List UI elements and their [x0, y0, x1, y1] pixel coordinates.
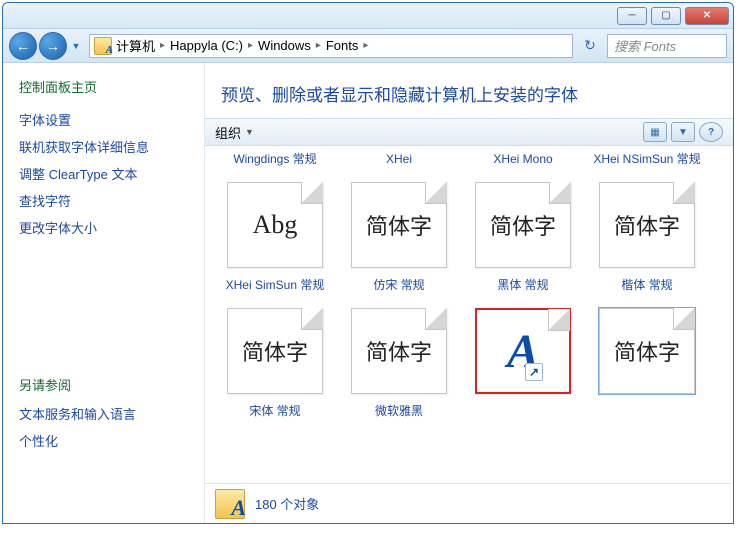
font-sample: A↗ [507, 324, 539, 379]
organize-label: 组织 [215, 123, 241, 142]
sidebar: 控制面板主页 字体设置 联机获取字体详细信息 调整 ClearType 文本 查… [3, 63, 205, 523]
dogear-icon [425, 182, 447, 204]
font-sample: 简体字 [242, 335, 308, 367]
font-thumbnail: 简体字 [599, 182, 695, 268]
crumb-fonts[interactable]: Fonts [326, 38, 359, 53]
font-item[interactable]: 仿宋 常规简体字 [337, 278, 461, 394]
main-panel: 预览、删除或者显示和隐藏计算机上安装的字体 组织 ▼ ▦ ▼ ? Wingdin… [205, 63, 733, 523]
font-row: 宋体 常规 微软雅黑 [213, 402, 725, 442]
address-bar[interactable]: A 计算机 ▸ Happyla (C:) ▸ Windows ▸ Fonts ▸ [89, 34, 573, 58]
crumb-drive[interactable]: Happyla (C:) [170, 38, 243, 53]
font-item[interactable]: XHei Mono 简体字 [461, 152, 585, 268]
font-grid: Wingdings 常规AbgXHei简体字XHei Mono简体字XHei N… [205, 146, 733, 483]
sidebar-link-cleartype[interactable]: 调整 ClearType 文本 [19, 164, 188, 183]
chevron-right-icon[interactable]: ▸ [160, 40, 165, 51]
font-row: XHei SimSun 常规简体字仿宋 常规简体字黑体 常规A↗楷体 常规简体字 [213, 276, 725, 402]
sidebar-link-personalize[interactable]: 个性化 [19, 431, 188, 450]
sidebar-title: 控制面板主页 [19, 77, 188, 96]
dogear-icon [425, 308, 447, 330]
status-count: 180 个对象 [255, 494, 319, 513]
statusbar: A 180 个对象 [205, 483, 733, 523]
chevron-right-icon[interactable]: ▸ [248, 40, 253, 51]
font-sample: 简体字 [366, 209, 432, 241]
close-button[interactable]: ✕ [685, 7, 729, 25]
font-thumbnail: 简体字 [227, 308, 323, 394]
page-heading: 预览、删除或者显示和隐藏计算机上安装的字体 [205, 63, 733, 118]
font-thumbnail: 简体字 [351, 182, 447, 268]
titlebar: ─ ▢ ✕ [3, 3, 733, 29]
refresh-button[interactable]: ↻ [579, 35, 601, 57]
fonts-folder-icon: A [215, 489, 245, 519]
chevron-right-icon[interactable]: ▸ [363, 40, 368, 51]
font-label: 微软雅黑 [371, 404, 427, 434]
dogear-icon [301, 308, 323, 330]
font-item[interactable]: XHei SimSun 常规简体字 [213, 278, 337, 394]
body: 控制面板主页 字体设置 联机获取字体详细信息 调整 ClearType 文本 查… [3, 63, 733, 523]
dogear-icon [673, 182, 695, 204]
font-label: 黑体 常规 [493, 278, 552, 308]
font-label: XHei [382, 152, 416, 182]
font-sample: 简体字 [614, 335, 680, 367]
sidebar-link-font-settings[interactable]: 字体设置 [19, 110, 188, 129]
font-item[interactable]: 黑体 常规 A↗ [461, 278, 585, 394]
dogear-icon [301, 182, 323, 204]
font-item[interactable]: XHei 简体字 [337, 152, 461, 268]
font-label: XHei NSimSun 常规 [589, 152, 704, 182]
font-sample: 简体字 [490, 209, 556, 241]
font-item[interactable]: 微软雅黑 [337, 404, 461, 434]
dogear-icon [549, 182, 571, 204]
font-item[interactable]: Wingdings 常规 Abg [213, 152, 337, 268]
shortcut-icon: ↗ [525, 363, 543, 381]
chevron-down-icon: ▼ [245, 127, 254, 137]
font-sample: 简体字 [366, 335, 432, 367]
view-mode-button[interactable]: ▦ [643, 122, 667, 142]
font-item[interactable]: XHei NSimSun 常规简体字 [585, 152, 709, 268]
font-thumbnail: 简体字 [351, 308, 447, 394]
sidebar-link-text-services[interactable]: 文本服务和输入语言 [19, 404, 188, 423]
toolbar: 组织 ▼ ▦ ▼ ? [205, 118, 733, 146]
font-item[interactable]: 宋体 常规 [213, 404, 337, 434]
sidebar-see-also-title: 另请参阅 [19, 375, 188, 394]
font-thumbnail: 简体字 [599, 308, 695, 394]
search-input[interactable]: 搜索 Fonts [607, 34, 727, 58]
font-label: Wingdings 常规 [229, 152, 320, 182]
font-item[interactable]: 楷体 常规简体字 [585, 278, 709, 394]
font-label: 宋体 常规 [245, 404, 304, 434]
dogear-icon [548, 309, 570, 331]
font-sample: Abg [253, 210, 298, 240]
font-thumbnail: 简体字 [475, 182, 571, 268]
organize-button[interactable]: 组织 ▼ [215, 123, 254, 142]
back-button[interactable]: ← [9, 32, 37, 60]
maximize-button[interactable]: ▢ [651, 7, 681, 25]
sidebar-link-font-info-online[interactable]: 联机获取字体详细信息 [19, 137, 188, 156]
history-dropdown[interactable]: ▼ [69, 32, 83, 60]
nav-arrows: ← → ▼ [9, 32, 83, 60]
font-sample: 简体字 [614, 209, 680, 241]
crumb-windows[interactable]: Windows [258, 38, 311, 53]
explorer-window: ─ ▢ ✕ ← → ▼ A 计算机 ▸ Happyla (C:) ▸ Windo… [2, 2, 734, 524]
font-label: 仿宋 常规 [369, 278, 428, 308]
chevron-right-icon[interactable]: ▸ [316, 40, 321, 51]
font-label: XHei SimSun 常规 [222, 278, 329, 308]
font-thumbnail: Abg [227, 182, 323, 268]
minimize-button[interactable]: ─ [617, 7, 647, 25]
view-dropdown-button[interactable]: ▼ [671, 122, 695, 142]
fonts-folder-icon: A [94, 37, 112, 55]
navbar: ← → ▼ A 计算机 ▸ Happyla (C:) ▸ Windows ▸ F… [3, 29, 733, 63]
forward-button[interactable]: → [39, 32, 67, 60]
sidebar-link-find-char[interactable]: 查找字符 [19, 191, 188, 210]
font-row: Wingdings 常规AbgXHei简体字XHei Mono简体字XHei N… [213, 150, 725, 276]
font-label: XHei Mono [489, 152, 556, 182]
font-label: 楷体 常规 [617, 278, 676, 308]
sidebar-link-change-size[interactable]: 更改字体大小 [19, 218, 188, 237]
font-thumbnail: A↗ [475, 308, 571, 394]
help-button[interactable]: ? [699, 122, 723, 142]
dogear-icon [673, 308, 695, 330]
crumb-computer[interactable]: 计算机 [116, 36, 155, 55]
